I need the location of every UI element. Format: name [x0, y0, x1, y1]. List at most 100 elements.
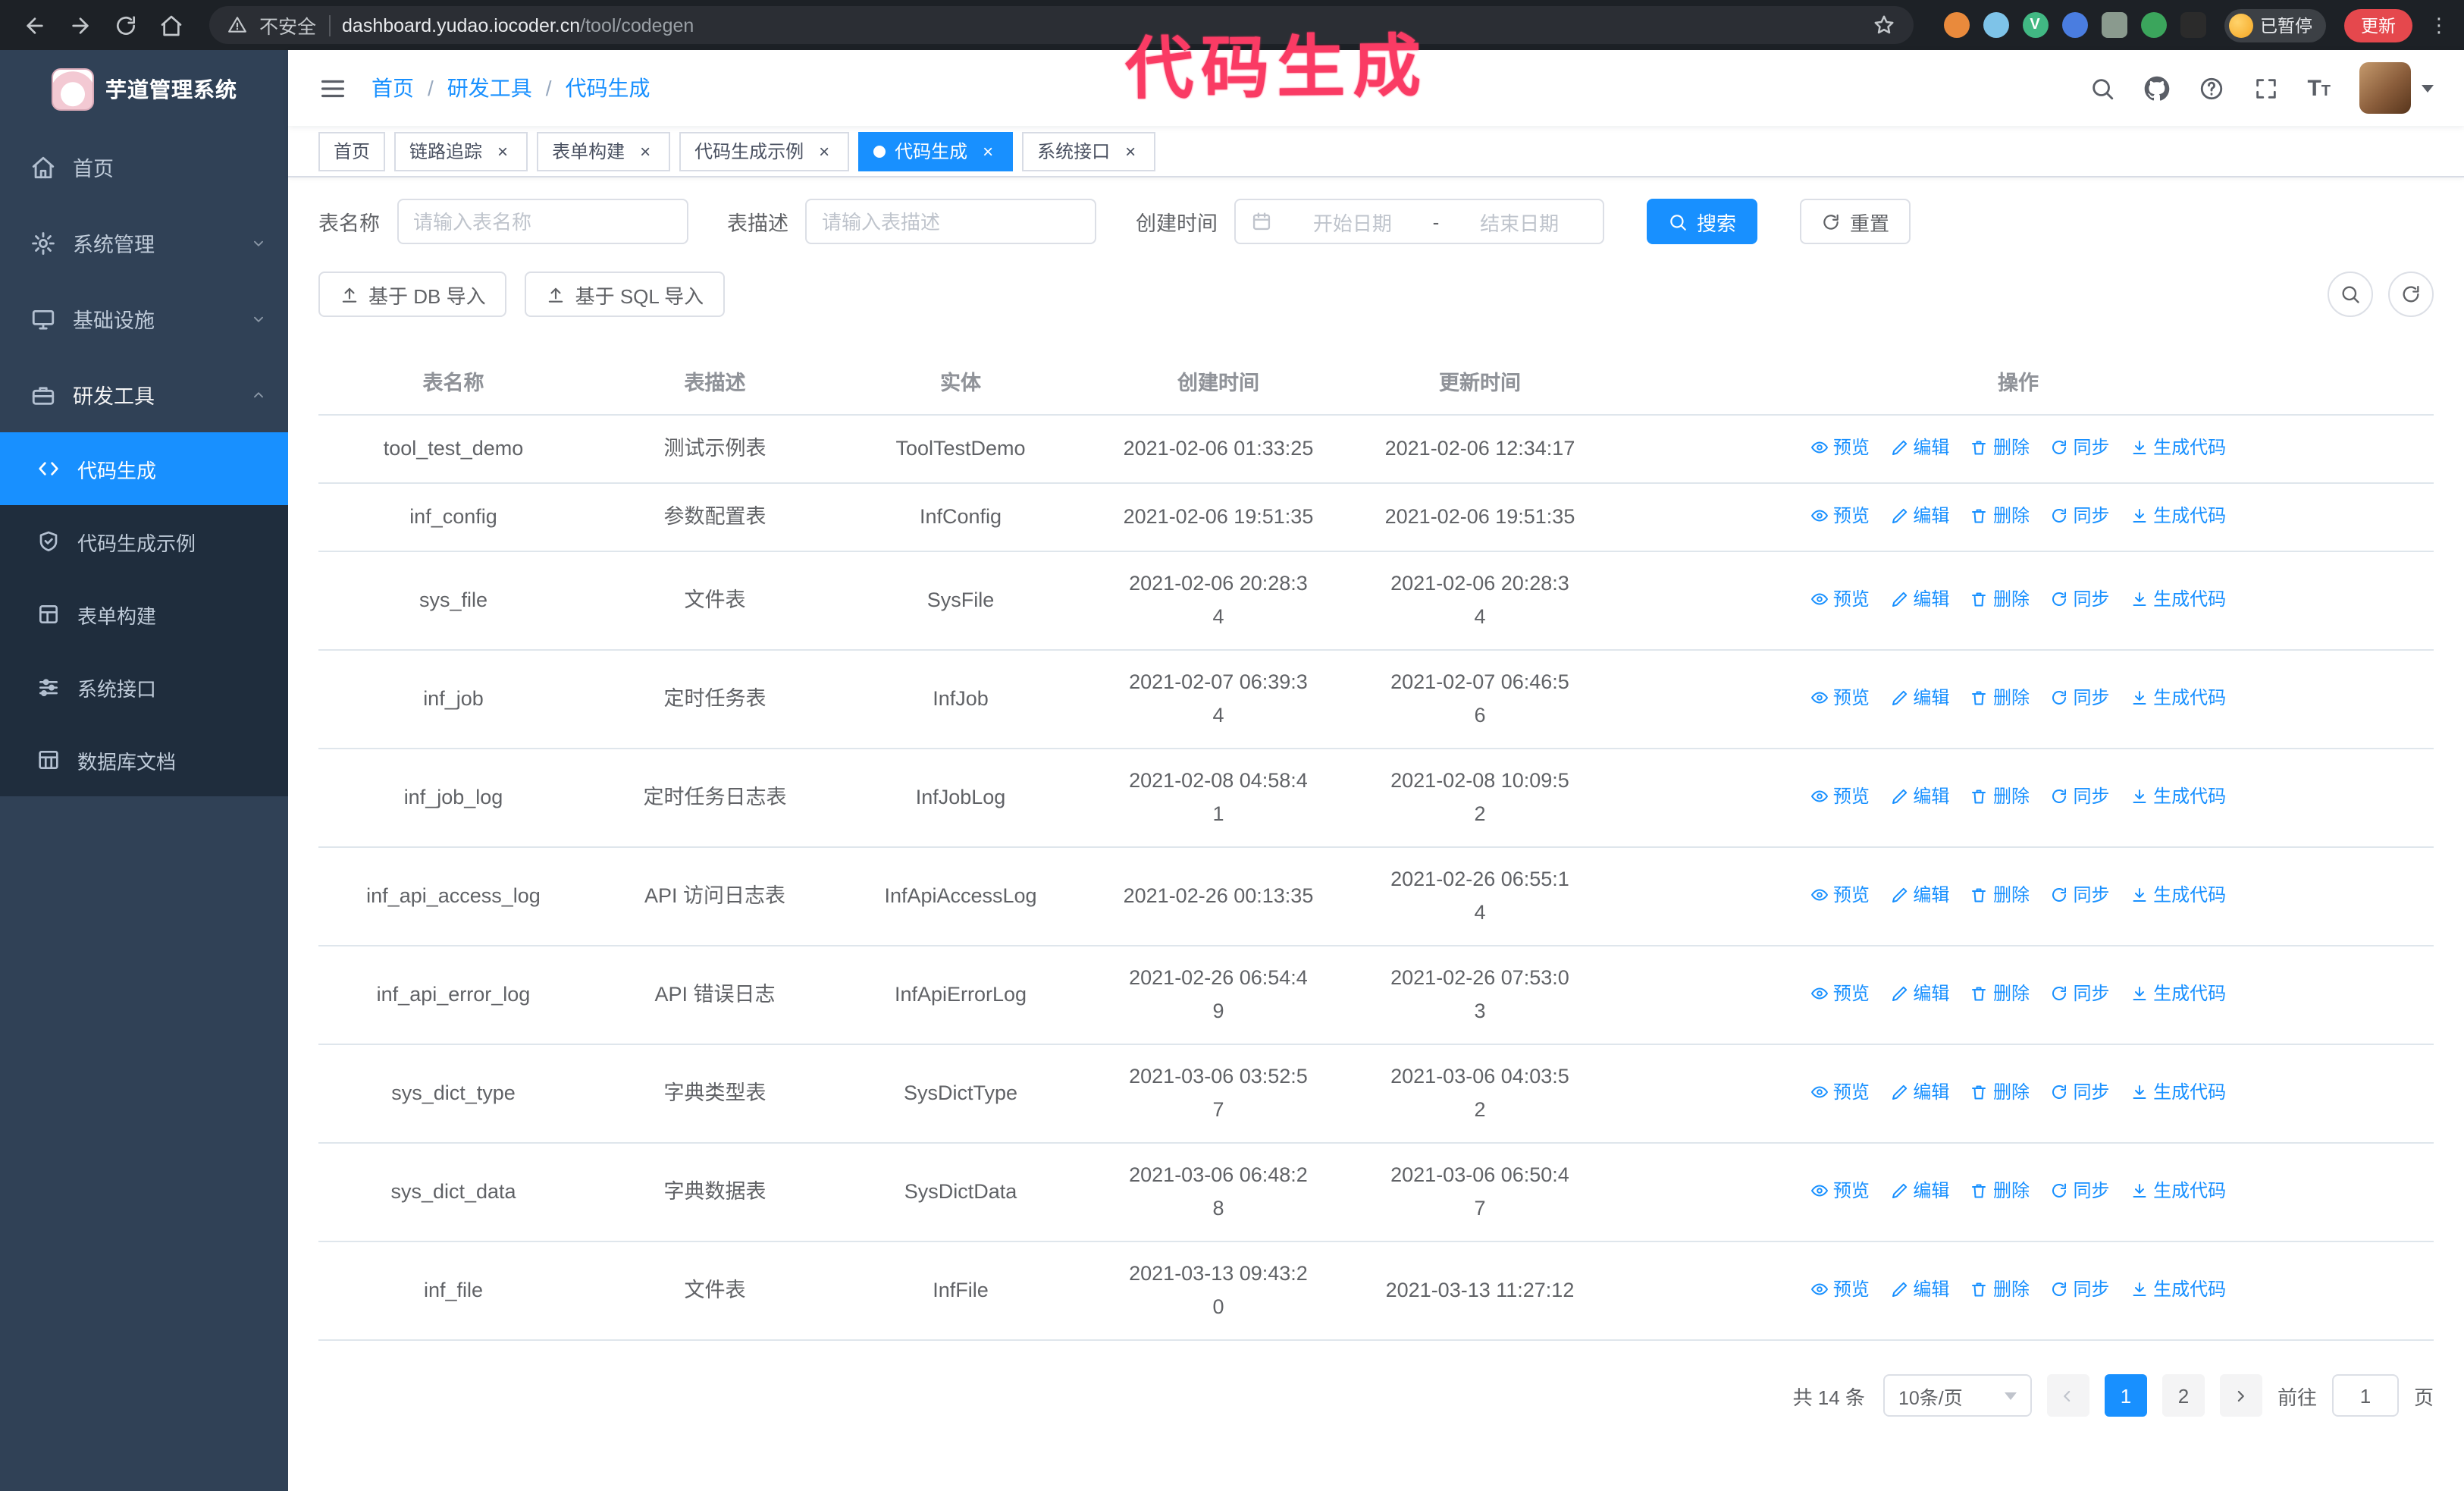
close-icon[interactable]: [1121, 141, 1140, 161]
edit-link[interactable]: 编辑: [1890, 681, 1949, 714]
generate-code-link[interactable]: 生成代码: [2130, 977, 2226, 1010]
fullscreen-icon[interactable]: [2252, 75, 2278, 101]
edit-link[interactable]: 编辑: [1890, 1273, 1949, 1306]
generate-code-link[interactable]: 生成代码: [2130, 1273, 2226, 1306]
generate-code-link[interactable]: 生成代码: [2130, 681, 2226, 714]
date-range-picker[interactable]: 开始日期 - 结束日期: [1234, 199, 1604, 244]
puzzle-extension-icon[interactable]: [2180, 12, 2205, 38]
page-size-select[interactable]: 10条/页: [1882, 1374, 2032, 1417]
sync-link[interactable]: 同步: [2051, 780, 2110, 813]
page-button-2[interactable]: 2: [2161, 1374, 2205, 1417]
close-icon[interactable]: [978, 141, 998, 161]
goto-page-input[interactable]: [2331, 1374, 2399, 1417]
edit-link[interactable]: 编辑: [1890, 431, 1949, 464]
sidebar-item-system[interactable]: 系统管理: [0, 205, 288, 281]
tab-trace[interactable]: 链路追踪: [394, 131, 528, 171]
extension-icon[interactable]: [2101, 12, 2127, 38]
sync-link[interactable]: 同步: [2051, 499, 2110, 532]
delete-link[interactable]: 删除: [1970, 1174, 2030, 1207]
delete-link[interactable]: 删除: [1970, 977, 2030, 1010]
tab-codegen[interactable]: 代码生成: [858, 131, 1014, 171]
preview-link[interactable]: 预览: [1810, 1075, 1870, 1109]
close-icon[interactable]: [635, 141, 655, 161]
generate-code-link[interactable]: 生成代码: [2130, 499, 2226, 532]
search-button[interactable]: 搜索: [1647, 199, 1758, 244]
generate-code-link[interactable]: 生成代码: [2130, 582, 2226, 616]
table-desc-input[interactable]: [805, 199, 1096, 244]
edit-link[interactable]: 编辑: [1890, 582, 1949, 616]
next-page-button[interactable]: [2219, 1374, 2262, 1417]
prev-page-button[interactable]: [2046, 1374, 2089, 1417]
preview-link[interactable]: 预览: [1810, 1273, 1870, 1306]
browser-update-button[interactable]: 更新: [2344, 8, 2412, 42]
generate-code-link[interactable]: 生成代码: [2130, 1174, 2226, 1207]
sync-link[interactable]: 同步: [2051, 582, 2110, 616]
preview-link[interactable]: 预览: [1810, 780, 1870, 813]
vue-devtools-icon[interactable]: [2022, 12, 2048, 38]
breadcrumb-home[interactable]: 首页: [371, 73, 414, 103]
hamburger-icon[interactable]: [318, 74, 347, 102]
back-button[interactable]: [15, 5, 55, 45]
sync-link[interactable]: 同步: [2051, 681, 2110, 714]
app-logo[interactable]: 芋道管理系统: [0, 50, 288, 129]
toggle-search-button[interactable]: [2328, 272, 2373, 317]
delete-link[interactable]: 删除: [1970, 681, 2030, 714]
table-name-input[interactable]: [397, 199, 688, 244]
tab-home[interactable]: 首页: [318, 131, 386, 171]
sidebar-item-devtools[interactable]: 研发工具: [0, 356, 288, 432]
user-menu[interactable]: [2359, 62, 2434, 114]
generate-code-link[interactable]: 生成代码: [2130, 878, 2226, 912]
close-icon[interactable]: [814, 141, 834, 161]
sync-link[interactable]: 同步: [2051, 878, 2110, 912]
preview-link[interactable]: 预览: [1810, 582, 1870, 616]
reload-button[interactable]: [106, 5, 146, 45]
edit-link[interactable]: 编辑: [1890, 499, 1949, 532]
profile-chip[interactable]: 已暂停: [2224, 8, 2326, 42]
reset-button[interactable]: 重置: [1800, 199, 1911, 244]
sidebar-item-codegen[interactable]: 代码生成: [0, 432, 288, 505]
edit-link[interactable]: 编辑: [1890, 977, 1949, 1010]
sync-link[interactable]: 同步: [2051, 1075, 2110, 1109]
refresh-table-button[interactable]: [2388, 272, 2434, 317]
sync-link[interactable]: 同步: [2051, 431, 2110, 464]
import-sql-button[interactable]: 基于 SQL 导入: [525, 272, 726, 317]
extension-icon[interactable]: [2140, 12, 2166, 38]
delete-link[interactable]: 删除: [1970, 878, 2030, 912]
preview-link[interactable]: 预览: [1810, 977, 1870, 1010]
bookmark-star-icon[interactable]: [1872, 14, 1895, 36]
extension-icon[interactable]: [2061, 12, 2087, 38]
extension-icon[interactable]: [1943, 12, 1969, 38]
preview-link[interactable]: 预览: [1810, 431, 1870, 464]
preview-link[interactable]: 预览: [1810, 499, 1870, 532]
preview-link[interactable]: 预览: [1810, 878, 1870, 912]
edit-link[interactable]: 编辑: [1890, 1075, 1949, 1109]
delete-link[interactable]: 删除: [1970, 499, 2030, 532]
delete-link[interactable]: 删除: [1970, 1075, 2030, 1109]
forward-button[interactable]: [61, 5, 100, 45]
tab-form-builder[interactable]: 表单构建: [537, 131, 671, 171]
sidebar-item-codegen-example[interactable]: 代码生成示例: [0, 505, 288, 578]
breadcrumb-devtools[interactable]: 研发工具: [447, 73, 532, 103]
sidebar-item-system-api[interactable]: 系统接口: [0, 651, 288, 724]
generate-code-link[interactable]: 生成代码: [2130, 431, 2226, 464]
tab-codegen-example[interactable]: 代码生成示例: [679, 131, 850, 171]
home-button[interactable]: [152, 5, 191, 45]
edit-link[interactable]: 编辑: [1890, 780, 1949, 813]
github-icon[interactable]: [2143, 75, 2169, 101]
search-icon[interactable]: [2089, 75, 2114, 101]
browser-menu-icon[interactable]: [2429, 13, 2449, 37]
delete-link[interactable]: 删除: [1970, 1273, 2030, 1306]
sync-link[interactable]: 同步: [2051, 1273, 2110, 1306]
edit-link[interactable]: 编辑: [1890, 878, 1949, 912]
sidebar-item-db-docs[interactable]: 数据库文档: [0, 724, 288, 796]
extension-icon[interactable]: [1983, 12, 2008, 38]
import-db-button[interactable]: 基于 DB 导入: [318, 272, 507, 317]
sidebar-item-infra[interactable]: 基础设施: [0, 281, 288, 356]
page-button-1[interactable]: 1: [2104, 1374, 2147, 1417]
generate-code-link[interactable]: 生成代码: [2130, 780, 2226, 813]
font-size-icon[interactable]: TT: [2307, 77, 2331, 99]
delete-link[interactable]: 删除: [1970, 431, 2030, 464]
delete-link[interactable]: 删除: [1970, 780, 2030, 813]
generate-code-link[interactable]: 生成代码: [2130, 1075, 2226, 1109]
sidebar-item-home[interactable]: 首页: [0, 129, 288, 205]
